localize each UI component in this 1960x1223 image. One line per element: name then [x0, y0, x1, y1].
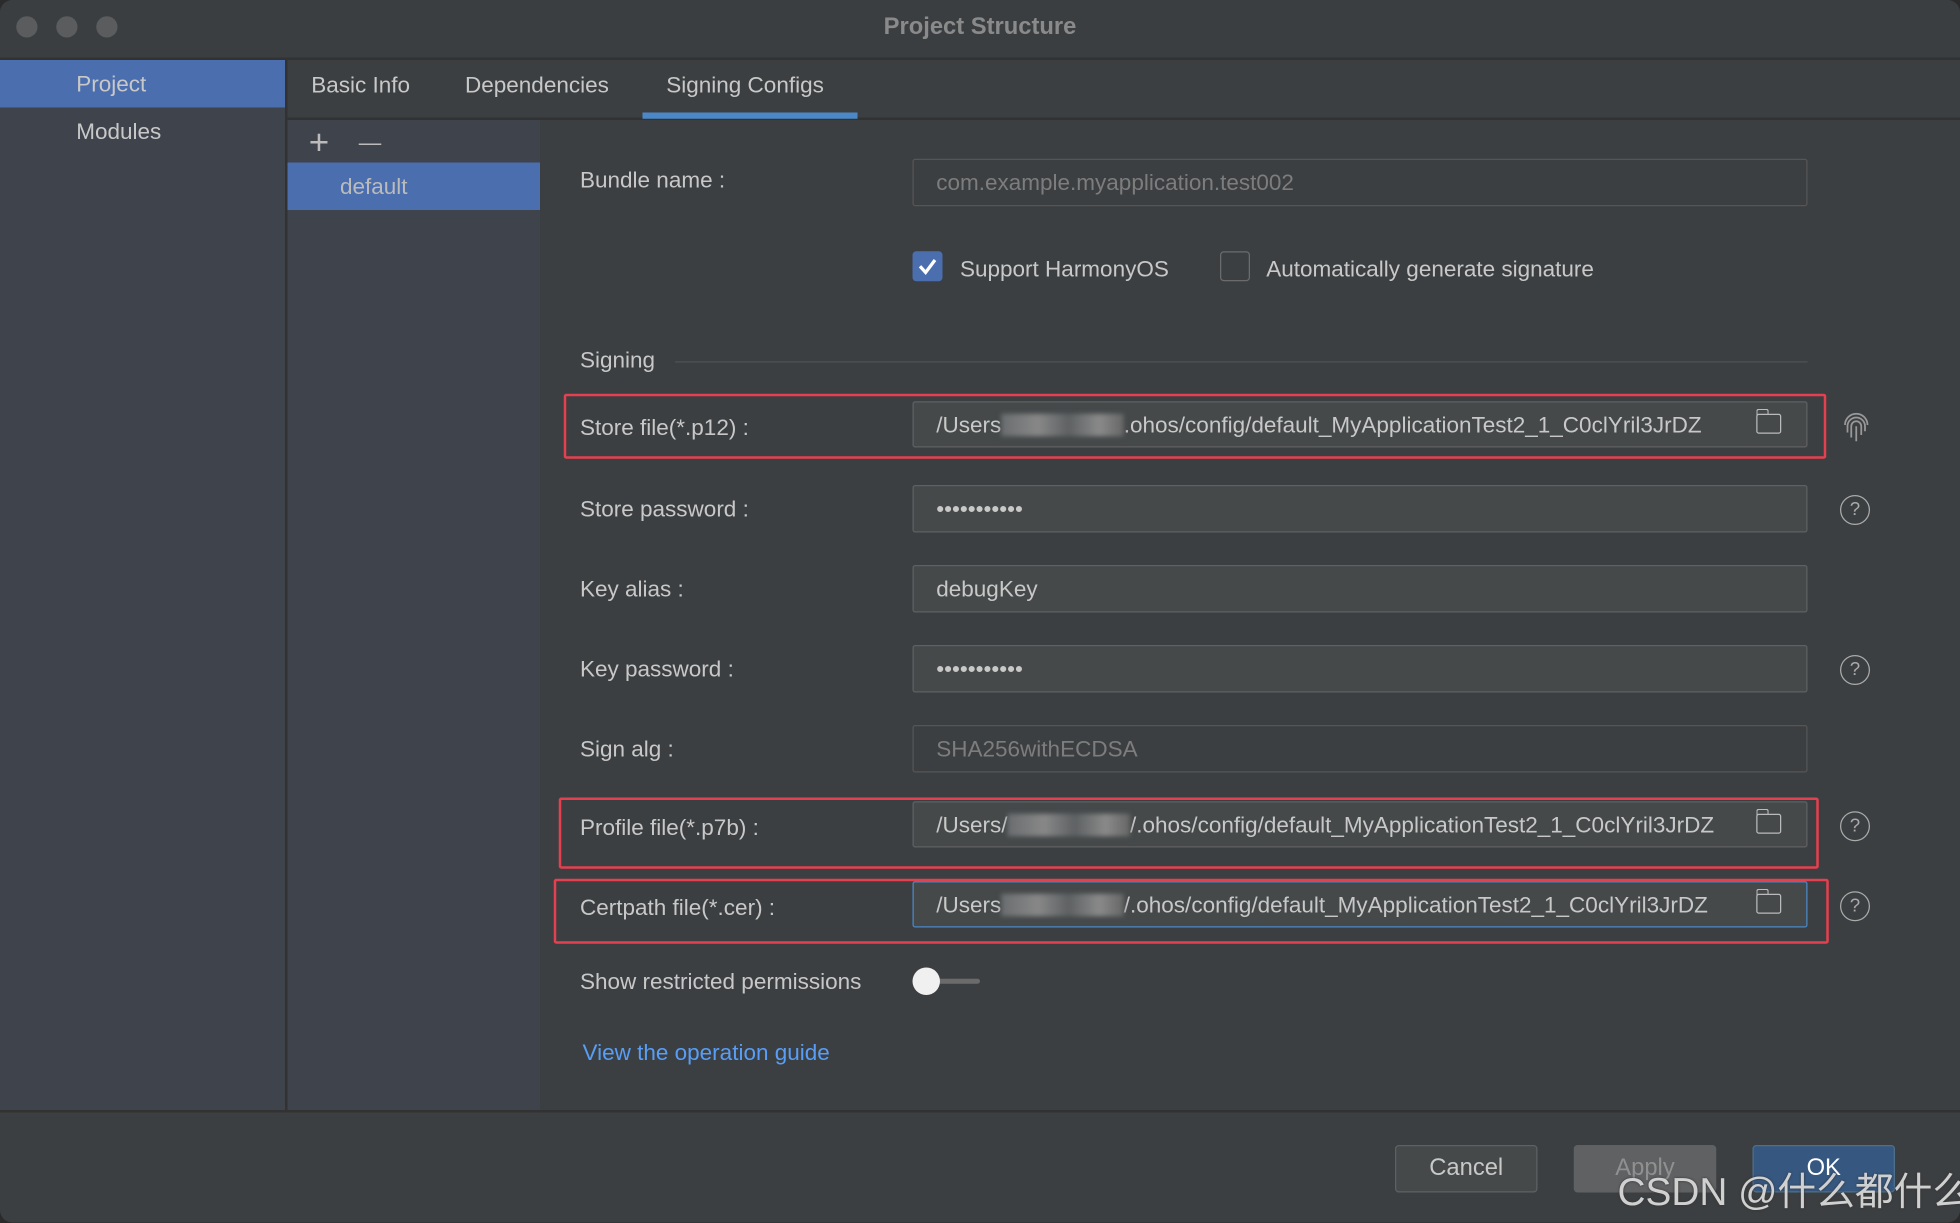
watermark: CSDN @什么都什么: [1618, 1160, 1960, 1216]
store-password-input[interactable]: •••••••••••: [913, 485, 1808, 533]
redacted-username: [1008, 814, 1131, 837]
certpath-file-input[interactable]: /Users /.ohos/config/default_MyApplicatio…: [913, 881, 1808, 927]
profile-file-input[interactable]: /Users/ /.ohos/config/default_MyApplicati…: [913, 801, 1808, 847]
tab-basic-info[interactable]: Basic Info: [311, 73, 410, 99]
sidebar-item-project[interactable]: Project: [0, 60, 285, 108]
tab-dependencies[interactable]: Dependencies: [465, 73, 609, 99]
cancel-button[interactable]: Cancel: [1395, 1145, 1538, 1193]
title-bar: Project Structure: [0, 0, 1960, 60]
help-icon[interactable]: ?: [1840, 655, 1870, 685]
store-file-label: Store file(*.p12) :: [580, 415, 749, 441]
store-password-label: Store password :: [580, 496, 749, 522]
auto-sign-label: Automatically generate signature: [1266, 256, 1594, 282]
path-prefix: /Users: [936, 893, 1001, 918]
help-icon[interactable]: ?: [1840, 811, 1870, 841]
sidebar: Project Modules: [0, 60, 288, 1110]
restricted-permissions-toggle[interactable]: [913, 968, 981, 996]
support-harmonyos-label: Support HarmonyOS: [960, 256, 1169, 282]
path-prefix: /Users/: [936, 813, 1007, 838]
toggle-knob: [913, 968, 941, 996]
sidebar-item-modules[interactable]: Modules: [0, 108, 285, 156]
section-divider: [675, 361, 1808, 362]
fingerprint-icon[interactable]: [1840, 413, 1873, 446]
folder-icon[interactable]: [1756, 414, 1781, 434]
active-tab-indicator: [643, 113, 858, 119]
path-suffix: .ohos/config/default_MyApplicationTest2_…: [1124, 413, 1702, 438]
auto-sign-checkbox[interactable]: [1220, 251, 1250, 281]
tab-signing-configs[interactable]: Signing Configs: [666, 73, 824, 99]
support-harmonyos-checkbox[interactable]: [913, 251, 943, 281]
key-password-input[interactable]: •••••••••••: [913, 645, 1808, 693]
help-icon[interactable]: ?: [1840, 495, 1870, 525]
signing-section-title: Signing: [580, 348, 655, 374]
path-suffix: /.ohos/config/default_MyApplicationTest2…: [1130, 813, 1714, 838]
path-suffix: /.ohos/config/default_MyApplicationTest2…: [1124, 893, 1708, 918]
profile-file-label: Profile file(*.p7b) :: [580, 815, 759, 841]
key-alias-label: Key alias :: [580, 576, 684, 602]
folder-icon[interactable]: [1756, 814, 1781, 834]
operation-guide-link[interactable]: View the operation guide: [583, 1040, 830, 1066]
remove-icon[interactable]: —: [359, 130, 382, 156]
tab-bar: Basic Info Dependencies Signing Configs: [288, 60, 1960, 120]
bundle-name-label: Bundle name :: [580, 168, 725, 194]
sign-alg-input[interactable]: SHA256withECDSA: [913, 725, 1808, 773]
add-icon[interactable]: +: [309, 123, 329, 163]
sign-alg-label: Sign alg :: [580, 736, 674, 762]
help-icon[interactable]: ?: [1840, 891, 1870, 921]
store-file-input[interactable]: /Users .ohos/config/default_MyApplication…: [913, 401, 1808, 447]
redacted-username: [1001, 414, 1124, 437]
checkmark-icon: [913, 251, 943, 281]
signing-config-list: + — default: [288, 120, 541, 1110]
restricted-permissions-label: Show restricted permissions: [580, 969, 861, 995]
bundle-name-input[interactable]: com.example.myapplication.test002: [913, 159, 1808, 207]
key-alias-input[interactable]: debugKey: [913, 565, 1808, 613]
path-prefix: /Users: [936, 413, 1001, 438]
key-password-label: Key password :: [580, 656, 734, 682]
project-structure-window: Project Structure Project Modules Basic …: [0, 0, 1960, 1223]
footer-divider: [0, 1110, 1960, 1113]
folder-icon[interactable]: [1756, 894, 1781, 914]
window-title: Project Structure: [0, 14, 1960, 42]
config-item-default[interactable]: default: [288, 163, 541, 211]
redacted-username: [1001, 894, 1124, 917]
certpath-file-label: Certpath file(*.cer) :: [580, 895, 775, 921]
